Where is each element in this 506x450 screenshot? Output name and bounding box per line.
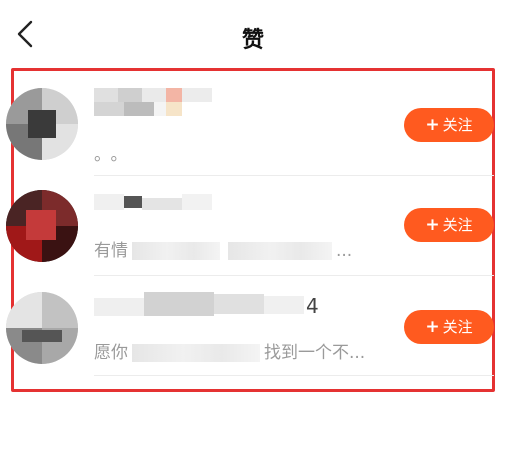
list-item[interactable]: 。。 + 关注 <box>6 76 494 176</box>
description-tail: 找到一个不... <box>264 343 366 363</box>
username-mosaic[interactable] <box>94 88 214 118</box>
username-mosaic[interactable] <box>94 190 214 220</box>
description-text: 。。 <box>94 145 136 165</box>
item-description: 有情... <box>94 236 352 261</box>
avatar[interactable] <box>6 190 78 262</box>
follow-label: 关注 <box>442 318 473 336</box>
avatar[interactable] <box>6 88 78 160</box>
item-description: 愿你 找到一个不... <box>94 338 365 363</box>
list-item[interactable]: 4 愿你 找到一个不... + 关注 <box>6 276 494 376</box>
list-item[interactable]: 有情... + 关注 <box>6 176 494 276</box>
avatar[interactable] <box>6 292 78 364</box>
username-suffix: 4 <box>306 294 319 318</box>
redacted-text <box>132 242 220 260</box>
top-bar: 赞 <box>0 0 506 64</box>
redacted-text <box>132 344 260 362</box>
description-text: 有情 <box>94 241 128 261</box>
divider <box>94 375 494 376</box>
follow-label: 关注 <box>442 116 473 134</box>
follow-button[interactable]: + 关注 <box>404 108 494 142</box>
plus-icon: + <box>425 317 440 337</box>
redacted-text <box>228 242 332 260</box>
username-mosaic[interactable] <box>94 292 334 322</box>
plus-icon: + <box>425 115 440 135</box>
description-text: 愿你 <box>94 343 128 363</box>
description-tail: ... <box>336 241 353 261</box>
page-title: 赞 <box>241 28 264 53</box>
item-description: 。。 <box>94 140 136 165</box>
follow-button[interactable]: + 关注 <box>404 310 494 344</box>
follow-button[interactable]: + 关注 <box>404 208 494 242</box>
plus-icon: + <box>425 215 440 235</box>
follow-label: 关注 <box>442 216 473 234</box>
